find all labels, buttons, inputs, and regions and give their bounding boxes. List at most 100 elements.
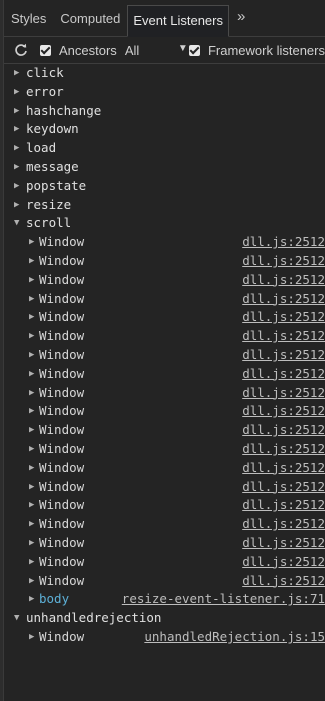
- listener-row[interactable]: ▶ Window dll.js:2512: [4, 496, 325, 515]
- listener-node[interactable]: Window: [39, 365, 84, 384]
- event-row-popstate[interactable]: ▶ popstate: [4, 177, 325, 196]
- event-row-message[interactable]: ▶ message: [4, 158, 325, 177]
- tab-styles[interactable]: Styles: [4, 6, 53, 32]
- listener-row[interactable]: ▶ Window dll.js:2512: [4, 402, 325, 421]
- more-tabs-chevron-icon[interactable]: »: [229, 4, 253, 30]
- collapsed-triangle-icon: ▶: [29, 481, 35, 492]
- listener-node[interactable]: Window: [39, 515, 84, 534]
- listener-source-link[interactable]: dll.js:2512: [242, 553, 325, 572]
- event-row-scroll[interactable]: ▼ scroll: [4, 214, 325, 233]
- listener-node[interactable]: Window: [39, 233, 84, 252]
- collapsed-triangle-icon: ▶: [29, 274, 35, 285]
- listener-row[interactable]: ▶ Window dll.js:2512: [4, 553, 325, 572]
- listener-source-link[interactable]: dll.js:2512: [242, 252, 325, 271]
- listener-source-link[interactable]: dll.js:2512: [242, 534, 325, 553]
- listener-node[interactable]: Window: [39, 327, 84, 346]
- listener-source-link[interactable]: dll.js:2512: [242, 327, 325, 346]
- refresh-icon[interactable]: [14, 43, 28, 57]
- listener-type-select[interactable]: All ▼: [125, 43, 189, 58]
- listener-node[interactable]: Window: [39, 421, 84, 440]
- listener-node[interactable]: Window: [39, 628, 84, 647]
- listener-source-link[interactable]: dll.js:2512: [242, 515, 325, 534]
- expanded-triangle-icon: ▼: [14, 613, 20, 624]
- listener-source-link[interactable]: dll.js:2512: [242, 308, 325, 327]
- listener-node[interactable]: Window: [39, 308, 84, 327]
- event-row-unhandledrejection[interactable]: ▼ unhandledrejection: [4, 609, 325, 628]
- listener-row[interactable]: ▶ Window dll.js:2512: [4, 478, 325, 497]
- collapsed-triangle-icon: ▶: [29, 255, 35, 266]
- event-row-hashchange[interactable]: ▶ hashchange: [4, 102, 325, 121]
- collapsed-triangle-icon: ▶: [29, 556, 35, 567]
- listener-node[interactable]: Window: [39, 534, 84, 553]
- event-row-keydown[interactable]: ▶ keydown: [4, 120, 325, 139]
- listener-row[interactable]: ▶ Window dll.js:2512: [4, 459, 325, 478]
- listener-row[interactable]: ▶ Window dll.js:2512: [4, 515, 325, 534]
- listener-node[interactable]: Window: [39, 402, 84, 421]
- listener-node[interactable]: Window: [39, 459, 84, 478]
- listener-row[interactable]: ▶ body resize-event-listener.js:71: [4, 590, 325, 609]
- listener-node[interactable]: Window: [39, 572, 84, 591]
- listener-row[interactable]: ▶ Window dll.js:2512: [4, 572, 325, 591]
- listener-node[interactable]: Window: [39, 553, 84, 572]
- listener-row[interactable]: ▶ Window dll.js:2512: [4, 290, 325, 309]
- listener-source-link[interactable]: dll.js:2512: [242, 346, 325, 365]
- listener-node[interactable]: Window: [39, 496, 84, 515]
- collapsed-triangle-icon: ▶: [29, 368, 35, 379]
- listener-row[interactable]: ▶ Window dll.js:2512: [4, 233, 325, 252]
- event-name: message: [26, 158, 79, 174]
- listener-source-link[interactable]: resize-event-listener.js:71: [122, 590, 325, 609]
- framework-listeners-label: Framework listeners: [207, 42, 325, 58]
- event-name: load: [26, 140, 57, 156]
- listener-source-link[interactable]: dll.js:2512: [242, 402, 325, 421]
- listener-node[interactable]: Window: [39, 346, 84, 365]
- listener-node[interactable]: Window: [39, 384, 84, 403]
- framework-listeners-checkbox[interactable]: [188, 44, 200, 56]
- ancestors-checkbox[interactable]: [40, 44, 51, 56]
- listener-row[interactable]: ▶ Window dll.js:2512: [4, 384, 325, 403]
- listener-source-link[interactable]: dll.js:2512: [242, 290, 325, 309]
- listener-row[interactable]: ▶ Window dll.js:2512: [4, 327, 325, 346]
- listener-node[interactable]: Window: [39, 440, 84, 459]
- collapsed-triangle-icon: ▶: [14, 161, 20, 172]
- listener-source-link[interactable]: dll.js:2512: [242, 384, 325, 403]
- listener-node[interactable]: body: [39, 590, 69, 609]
- event-name: hashchange: [26, 102, 102, 118]
- listener-node[interactable]: Window: [39, 252, 84, 271]
- listener-row[interactable]: ▶ Window dll.js:2512: [4, 252, 325, 271]
- listener-row[interactable]: ▶ Window dll.js:2512: [4, 440, 325, 459]
- listener-row[interactable]: ▶ Window unhandledRejection.js:15: [4, 628, 325, 647]
- listener-node[interactable]: Window: [39, 478, 84, 497]
- listener-source-link[interactable]: unhandledRejection.js:15: [144, 628, 325, 647]
- collapsed-triangle-icon: ▶: [29, 537, 35, 548]
- listener-node[interactable]: Window: [39, 271, 84, 290]
- listener-source-link[interactable]: dll.js:2512: [242, 572, 325, 591]
- collapsed-triangle-icon: ▶: [29, 349, 35, 360]
- listener-source-link[interactable]: dll.js:2512: [242, 421, 325, 440]
- listener-source-link[interactable]: dll.js:2512: [242, 233, 325, 252]
- listener-node[interactable]: Window: [39, 290, 84, 309]
- listener-source-link[interactable]: dll.js:2512: [242, 365, 325, 384]
- event-name: scroll: [26, 215, 72, 231]
- listener-row[interactable]: ▶ Window dll.js:2512: [4, 346, 325, 365]
- tab-computed[interactable]: Computed: [53, 6, 127, 32]
- listener-source-link[interactable]: dll.js:2512: [242, 496, 325, 515]
- listener-row[interactable]: ▶ Window dll.js:2512: [4, 308, 325, 327]
- listener-source-link[interactable]: dll.js:2512: [242, 271, 325, 290]
- listener-source-link[interactable]: dll.js:2512: [242, 440, 325, 459]
- listener-row[interactable]: ▶ Window dll.js:2512: [4, 365, 325, 384]
- collapsed-triangle-icon: ▶: [14, 143, 20, 154]
- event-name: resize: [26, 196, 72, 212]
- listener-row[interactable]: ▶ Window dll.js:2512: [4, 421, 325, 440]
- listener-row[interactable]: ▶ Window dll.js:2512: [4, 534, 325, 553]
- listener-source-link[interactable]: dll.js:2512: [242, 478, 325, 497]
- tab-event-listeners[interactable]: Event Listeners: [127, 5, 229, 37]
- event-row-load[interactable]: ▶ load: [4, 139, 325, 158]
- event-listener-tree: ▶ click ▶ error ▶ hashchange ▶ keydown ▶ load ▶ mes…: [4, 64, 325, 647]
- event-row-error[interactable]: ▶ error: [4, 83, 325, 102]
- dropdown-arrow-icon: ▼: [177, 42, 188, 54]
- listener-row[interactable]: ▶ Window dll.js:2512: [4, 271, 325, 290]
- event-row-resize[interactable]: ▶ resize: [4, 196, 325, 215]
- event-row-click[interactable]: ▶ click: [4, 64, 325, 83]
- listener-source-link[interactable]: dll.js:2512: [242, 459, 325, 478]
- collapsed-triangle-icon: ▶: [29, 443, 35, 454]
